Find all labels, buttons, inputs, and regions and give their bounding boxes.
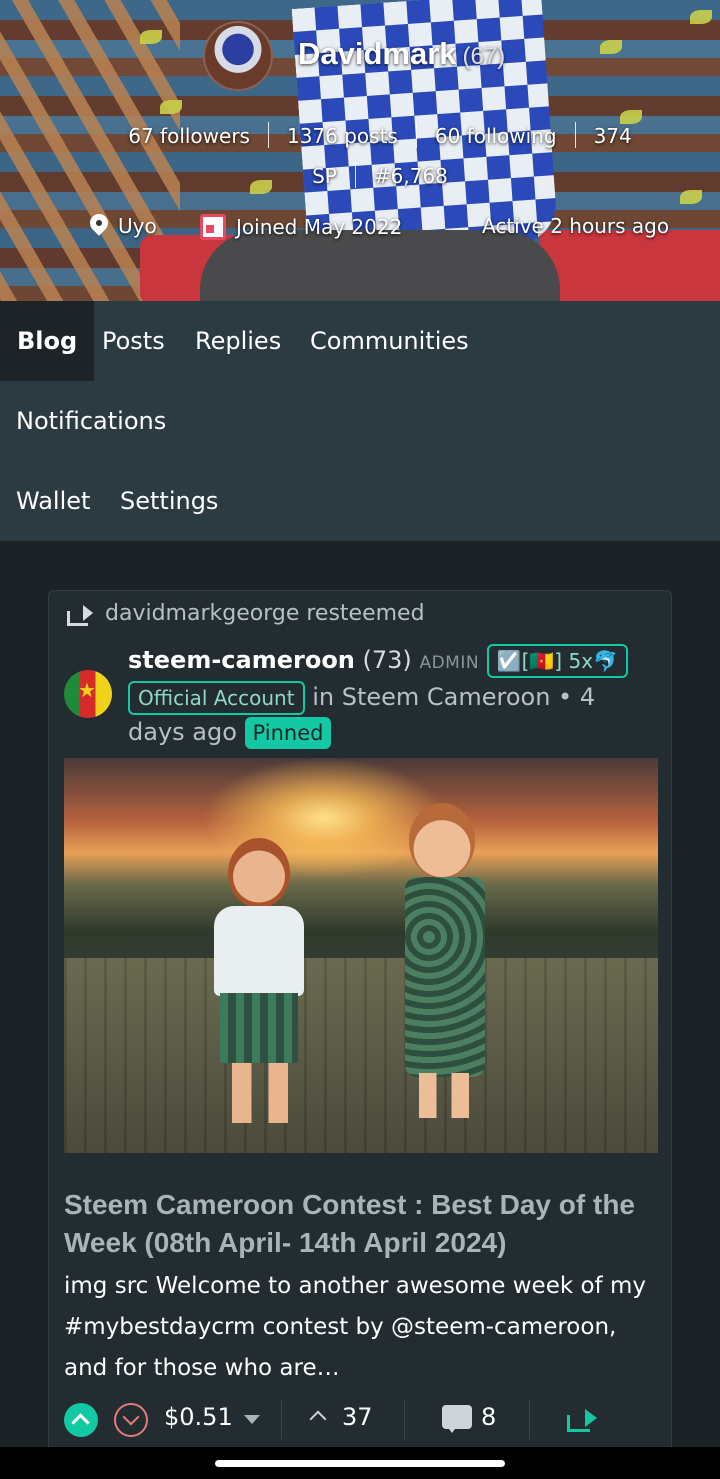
- post-card[interactable]: davidmarkgeorge resteemed steem-cameroon…: [48, 590, 672, 1470]
- joined-date: Joined May 2022: [200, 214, 402, 240]
- tab-notifications[interactable]: Notifications: [16, 381, 166, 461]
- reblog-icon[interactable]: [567, 1409, 597, 1432]
- map-pin-icon: [90, 214, 108, 238]
- comment-count[interactable]: 8: [481, 1403, 496, 1431]
- author-badge: ☑️[🇨🇲] 5x🐬: [486, 644, 628, 678]
- post-author-info: steem-cameroon (73) ADMIN ☑️[🇨🇲] 5x🐬 Off…: [128, 643, 658, 749]
- tab-replies[interactable]: Replies: [195, 301, 281, 381]
- following-link[interactable]: 60 following: [435, 124, 557, 148]
- profile-cover: Davidmark (67) 67 followers 1376 posts 60 f…: [0, 0, 720, 301]
- tab-blog[interactable]: Blog: [0, 301, 95, 381]
- tab-posts[interactable]: Posts: [102, 301, 165, 381]
- divider: [404, 1399, 405, 1439]
- votes-icon: [309, 1410, 327, 1428]
- last-active: Active 2 hours ago: [482, 214, 669, 238]
- author-name[interactable]: steem-cameroon: [128, 646, 355, 674]
- active-text: Active 2 hours ago: [482, 214, 670, 238]
- author-reputation: (73): [362, 646, 412, 674]
- tab-communities[interactable]: Communities: [310, 301, 469, 381]
- profile-stats: 67 followers 1376 posts 60 following 374 SP…: [100, 116, 660, 196]
- thumbnail-road: [64, 958, 658, 1153]
- caret-down-icon[interactable]: [244, 1415, 260, 1424]
- divider: [281, 1399, 282, 1439]
- resteemed-by: davidmarkgeorge resteemed: [105, 601, 425, 626]
- location: Uyo: [90, 214, 157, 238]
- tab-settings[interactable]: Settings: [120, 461, 218, 541]
- author-title-badge: Official Account: [128, 681, 305, 715]
- resteem-line: davidmarkgeorge resteemed: [67, 601, 425, 626]
- posts-count: 1376 posts: [286, 124, 398, 148]
- vote-count[interactable]: 37: [342, 1403, 373, 1431]
- divider: [529, 1399, 530, 1439]
- profile-name: Davidmark (67): [298, 36, 505, 72]
- resteem-icon: [67, 604, 93, 626]
- post-thumbnail[interactable]: [64, 758, 658, 1153]
- author-avatar[interactable]: [64, 670, 112, 718]
- location-text: Uyo: [118, 214, 157, 238]
- downvote-icon[interactable]: [114, 1403, 148, 1437]
- home-indicator[interactable]: [215, 1460, 505, 1467]
- profile-reputation: (67): [462, 43, 506, 70]
- upvote-icon[interactable]: [64, 1403, 98, 1437]
- profile-meta: Uyo Joined May 2022 Active 2 hours ago: [90, 214, 690, 248]
- comment-icon[interactable]: [442, 1405, 472, 1433]
- profile-nav: Blog Posts Replies Communities Notificat…: [0, 301, 720, 541]
- followers-link[interactable]: 67 followers: [128, 124, 250, 148]
- post-title[interactable]: Steem Cameroon Contest : Best Day of the…: [64, 1186, 654, 1262]
- thumbnail-child-girl: [399, 803, 489, 1123]
- profile-name-text: Davidmark: [298, 36, 457, 71]
- calendar-icon: [200, 214, 226, 240]
- payout-value[interactable]: $0.51: [164, 1403, 233, 1431]
- sp-label: SP: [312, 164, 337, 188]
- author-role: ADMIN: [419, 653, 480, 673]
- thumbnail-child-boy: [214, 838, 304, 1128]
- sp-value: 374: [593, 124, 632, 148]
- tab-wallet[interactable]: Wallet: [16, 461, 90, 541]
- post-actions: $0.51 37 8: [64, 1399, 664, 1439]
- post-excerpt[interactable]: img src Welcome to another awesome week …: [64, 1266, 654, 1389]
- pinned-badge: Pinned: [244, 717, 332, 749]
- profile-rank: #6,768: [373, 164, 448, 188]
- blog-feed: davidmarkgeorge resteemed steem-cameroon…: [0, 541, 720, 1479]
- profile-avatar[interactable]: [203, 21, 273, 91]
- joined-text: Joined May 2022: [236, 215, 403, 239]
